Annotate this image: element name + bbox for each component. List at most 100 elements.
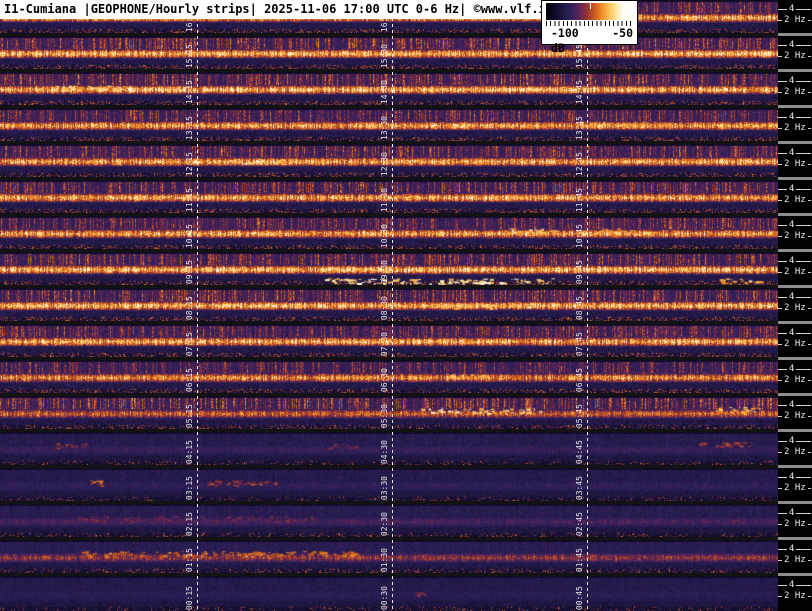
freq-tick-2hz: 2 Hz: [778, 51, 812, 61]
freq-tick-4hz: 4: [778, 472, 812, 482]
freq-tick-2hz: 2 Hz: [778, 15, 812, 25]
spectrogram-strip: 02:15 02:30 02:45: [0, 504, 778, 537]
quarter-hour-gridline: [392, 324, 393, 357]
quarter-hour-gridline: [587, 108, 588, 141]
time-label: 10:45: [575, 223, 584, 248]
quarter-hour-gridline: [392, 180, 393, 213]
quarter-hour-gridline: [587, 360, 588, 393]
spectrogram-strip: 10:15 10:30 10:45: [0, 216, 778, 249]
freq-tick-4hz: 4: [778, 148, 812, 158]
freq-tick-2hz: 2 Hz: [778, 123, 812, 133]
time-label: 00:15: [185, 585, 194, 610]
freq-axis-cell: 42 Hz: [778, 36, 812, 69]
spectrogram-strip: 14:15 14:30 14:45: [0, 72, 778, 105]
time-label: 15:15: [185, 43, 194, 68]
spectrogram-strip: 12:15 12:30 12:45: [0, 144, 778, 177]
time-label: 08:45: [575, 295, 584, 320]
freq-tick-4hz: 4: [778, 292, 812, 302]
freq-axis-cell: 42 Hz: [778, 0, 812, 33]
time-label: 05:45: [575, 403, 584, 428]
time-label: 00:30: [380, 585, 389, 610]
time-label: 11:30: [380, 187, 389, 212]
spectrogram-strip: 15:15 15:30 15:45: [0, 36, 778, 69]
freq-axis-cell: 42 Hz: [778, 396, 812, 429]
quarter-hour-gridline: [587, 468, 588, 501]
time-label: 05:30: [380, 403, 389, 428]
time-label: 04:45: [575, 439, 584, 464]
freq-tick-2hz: 2 Hz: [778, 231, 812, 241]
freq-tick-4hz: 4: [778, 328, 812, 338]
freq-tick-4hz: 4: [778, 364, 812, 374]
colorbar-gradient: [546, 3, 633, 20]
freq-tick-4hz: 4: [778, 184, 812, 194]
freq-tick-4hz: 4: [778, 76, 812, 86]
hour-strip-12: 12:15 12:30 12:45 4 2 Hz: [0, 144, 812, 177]
quarter-hour-gridline: [392, 216, 393, 249]
spectrogram-strip: 01:15 01:30 01:45: [0, 540, 778, 573]
time-label: 07:30: [380, 331, 389, 356]
freq-tick-4hz: 4: [778, 256, 812, 266]
colorbar-label-max: -50: [612, 26, 633, 40]
quarter-hour-gridline: [197, 360, 198, 393]
freq-axis-cell: 42 Hz: [778, 576, 812, 611]
quarter-hour-gridline: [197, 180, 198, 213]
vlf-spectrogram-page: 16:1516:3016:4542 Hz15:1515:3015:4542 Hz…: [0, 0, 812, 611]
freq-tick-2hz: 2 Hz: [778, 267, 812, 277]
quarter-hour-gridline: [197, 540, 198, 573]
time-label: 03:45: [575, 475, 584, 500]
freq-tick-4hz: 4: [778, 4, 812, 14]
colorbar: -100 dB -50: [541, 0, 638, 55]
hour-strip-08: 08:15 08:30 08:45 4 2 Hz: [0, 288, 812, 321]
spectrogram-strip: 13:15 13:30 13:45: [0, 108, 778, 141]
time-label: 12:30: [380, 151, 389, 176]
hour-strip-15: 15:15 15:30 15:45 4 2 Hz: [0, 36, 812, 69]
quarter-hour-gridline: [587, 144, 588, 177]
quarter-hour-gridline: [587, 432, 588, 465]
spectrogram-strip: 08:15 08:30 08:45: [0, 288, 778, 321]
quarter-hour-gridline: [392, 144, 393, 177]
spectrogram-strip: 03:15 03:30 03:45: [0, 468, 778, 501]
time-label: 05:15: [185, 403, 194, 428]
freq-axis-cell: 42 Hz: [778, 360, 812, 393]
quarter-hour-gridline: [197, 108, 198, 141]
time-label: 11:15: [185, 187, 194, 212]
time-label: 13:45: [575, 115, 584, 140]
freq-tick-2hz: 2 Hz: [778, 159, 812, 169]
freq-tick-2hz: 2 Hz: [778, 375, 812, 385]
quarter-hour-gridline: [392, 576, 393, 611]
quarter-hour-gridline: [587, 252, 588, 285]
hour-strip-01: 01:15 01:30 01:45 4 2 Hz: [0, 540, 812, 573]
title-bar: I1-Cumiana |GEOPHONE/Hourly strips| 2025…: [0, 0, 558, 19]
quarter-hour-gridline: [197, 252, 198, 285]
quarter-hour-gridline: [587, 576, 588, 611]
quarter-hour-gridline: [197, 396, 198, 429]
freq-tick-2hz: 2 Hz: [778, 591, 812, 601]
time-label: 06:30: [380, 367, 389, 392]
quarter-hour-gridline: [197, 576, 198, 611]
quarter-hour-gridline: [392, 252, 393, 285]
quarter-hour-gridline: [392, 288, 393, 321]
time-label: 02:30: [380, 511, 389, 536]
spectrogram-strip: 06:15 06:30 06:45: [0, 360, 778, 393]
freq-tick-4hz: 4: [778, 580, 812, 590]
freq-tick-4hz: 4: [778, 508, 812, 518]
freq-axis-cell: 42 Hz: [778, 216, 812, 249]
hour-strip-14: 14:15 14:30 14:45 4 2 Hz: [0, 72, 812, 105]
quarter-hour-gridline: [587, 180, 588, 213]
time-label: 01:15: [185, 547, 194, 572]
strip-stack: 16:1516:3016:4542 Hz15:1515:3015:4542 Hz…: [0, 0, 812, 611]
quarter-hour-gridline: [587, 72, 588, 105]
freq-axis-cell: 42 Hz: [778, 252, 812, 285]
quarter-hour-gridline: [197, 468, 198, 501]
time-label: 06:45: [575, 367, 584, 392]
quarter-hour-gridline: [197, 216, 198, 249]
freq-axis-cell: 42 Hz: [778, 504, 812, 537]
time-label: 04:30: [380, 439, 389, 464]
quarter-hour-gridline: [587, 396, 588, 429]
time-label: 07:45: [575, 331, 584, 356]
hour-strip-13: 13:15 13:30 13:45 4 2 Hz: [0, 108, 812, 141]
time-label: 11:45: [575, 187, 584, 212]
quarter-hour-gridline: [392, 36, 393, 69]
freq-tick-2hz: 2 Hz: [778, 195, 812, 205]
freq-tick-2hz: 2 Hz: [778, 87, 812, 97]
